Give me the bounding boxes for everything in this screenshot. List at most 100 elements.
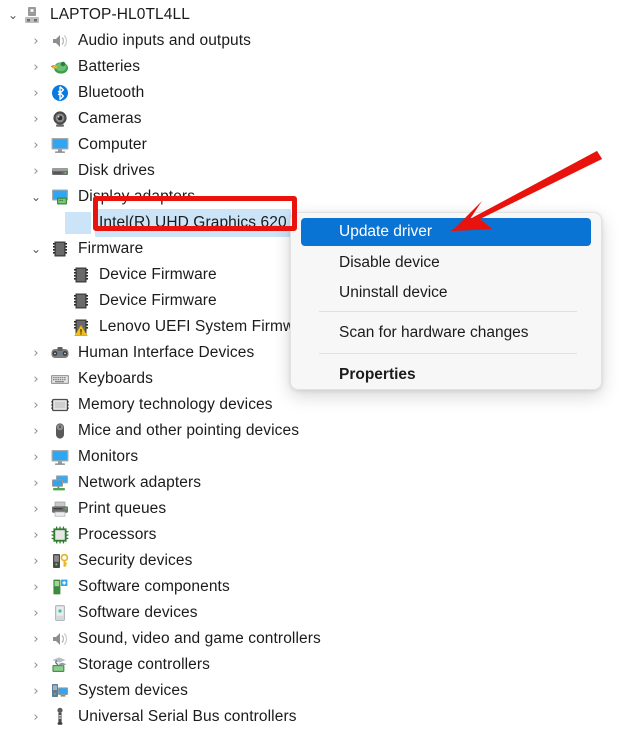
chevron-right-icon[interactable]: › <box>29 626 43 652</box>
chevron-right-icon[interactable]: › <box>29 548 43 574</box>
tree-row-label: Batteries <box>78 58 141 75</box>
storage-controller-icon <box>50 655 70 675</box>
tree-row-label: Software devices <box>78 604 198 621</box>
chevron-right-icon[interactable]: › <box>29 392 43 418</box>
network-adapter-icon <box>50 473 70 493</box>
firmware-chip-icon <box>50 239 70 259</box>
speaker-icon <box>50 31 70 51</box>
tree-row-label: Intel(R) UHD Graphics 620 <box>95 209 291 237</box>
chevron-right-icon[interactable]: › <box>29 418 43 444</box>
tree-row[interactable]: › Sound, video and game controllers <box>0 626 627 652</box>
tree-row[interactable]: › Network adapters <box>0 470 627 496</box>
chevron-right-icon[interactable]: › <box>29 366 43 392</box>
chevron-right-icon[interactable]: › <box>29 28 43 54</box>
chevron-right-icon[interactable]: › <box>29 340 43 366</box>
menu-item-properties[interactable]: Properties <box>291 360 601 389</box>
processor-icon <box>50 525 70 545</box>
tree-row[interactable]: › Processors <box>0 522 627 548</box>
monitor-icon <box>50 447 70 467</box>
selection-highlight <box>65 212 91 234</box>
tree-row[interactable]: ⌄ Display adapters <box>0 184 627 210</box>
tree-row[interactable]: › Software components <box>0 574 627 600</box>
tree-row-label: Keyboards <box>78 370 154 387</box>
display-adapter-icon <box>50 187 70 207</box>
tree-row-label: System devices <box>78 682 188 699</box>
tree-row[interactable]: › Batteries <box>0 54 627 80</box>
menu-separator <box>319 353 577 354</box>
tree-row[interactable]: ⌄ LAPTOP-HL0TL4LL <box>0 2 627 28</box>
context-menu[interactable]: Update driver Disable device Uninstall dev… <box>290 212 602 390</box>
tree-row-label: Audio inputs and outputs <box>78 32 252 49</box>
chevron-down-icon[interactable]: ⌄ <box>29 236 43 262</box>
chevron-down-icon[interactable]: ⌄ <box>29 184 43 210</box>
chevron-right-icon[interactable]: › <box>29 600 43 626</box>
chevron-right-icon[interactable]: › <box>29 80 43 106</box>
tree-row[interactable]: › Software devices <box>0 600 627 626</box>
chevron-right-icon[interactable]: › <box>29 522 43 548</box>
tree-row[interactable]: › Monitors <box>0 444 627 470</box>
menu-separator <box>319 311 577 312</box>
tree-row-label: Human Interface Devices <box>78 344 255 361</box>
printer-icon <box>50 499 70 519</box>
tree-row[interactable]: › Cameras <box>0 106 627 132</box>
speaker-icon <box>50 629 70 649</box>
system-device-icon <box>50 681 70 701</box>
chevron-right-icon[interactable]: › <box>29 54 43 80</box>
monitor-icon <box>50 135 70 155</box>
tree-row[interactable]: › Print queues <box>0 496 627 522</box>
software-device-icon <box>50 603 70 623</box>
tree-row-label: Software components <box>78 578 230 595</box>
chevron-right-icon[interactable]: › <box>29 574 43 600</box>
tree-row[interactable]: › Memory technology devices <box>0 392 627 418</box>
tree-row-label: Processors <box>78 526 157 543</box>
menu-item-uninstall-device[interactable]: Uninstall device <box>291 278 601 308</box>
firmware-chip-warning-icon <box>71 317 91 337</box>
tree-row[interactable]: › Disk drives <box>0 158 627 184</box>
tree-row[interactable]: › Universal Serial Bus controllers <box>0 704 627 730</box>
tree-row-label: Lenovo UEFI System Firmw <box>99 318 295 335</box>
tree-row-label: Monitors <box>78 448 139 465</box>
menu-item-scan-for-hardware-changes[interactable]: Scan for hardware changes <box>291 318 601 348</box>
memory-technology-icon <box>50 395 70 415</box>
firmware-chip-icon <box>71 265 91 285</box>
tree-row[interactable]: › Computer <box>0 132 627 158</box>
mouse-icon <box>50 421 70 441</box>
keyboard-icon <box>50 369 70 389</box>
bluetooth-icon <box>50 83 70 103</box>
tree-row-label: Disk drives <box>78 162 155 179</box>
tree-row[interactable]: › Storage controllers <box>0 652 627 678</box>
tree-row-label: Computer <box>78 136 147 153</box>
chevron-right-icon[interactable]: › <box>29 444 43 470</box>
tree-row-label: Display adapters <box>78 188 196 205</box>
menu-item-disable-device[interactable]: Disable device <box>291 248 601 278</box>
chevron-right-icon[interactable]: › <box>29 704 43 730</box>
tree-row[interactable]: › Audio inputs and outputs <box>0 28 627 54</box>
tree-row[interactable]: › Bluetooth <box>0 80 627 106</box>
tree-row[interactable]: › Security devices <box>0 548 627 574</box>
tree-row[interactable]: › Mice and other pointing devices <box>0 418 627 444</box>
tree-row-label: Network adapters <box>78 474 202 491</box>
tree-row-label: Print queues <box>78 500 167 517</box>
tree-row-label: Sound, video and game controllers <box>78 630 321 647</box>
battery-icon <box>50 57 70 77</box>
chevron-right-icon[interactable]: › <box>29 158 43 184</box>
chevron-right-icon[interactable]: › <box>29 652 43 678</box>
tree-row-label: Security devices <box>78 552 193 569</box>
tree-row-label: Firmware <box>78 240 144 257</box>
tree-row-label: Cameras <box>78 110 142 127</box>
chevron-right-icon[interactable]: › <box>29 496 43 522</box>
usb-icon <box>50 707 70 727</box>
tree-row[interactable]: › System devices <box>0 678 627 704</box>
chevron-down-icon[interactable]: ⌄ <box>6 2 20 28</box>
firmware-chip-icon <box>71 291 91 311</box>
tree-row-label: Device Firmware <box>99 292 217 309</box>
chevron-right-icon[interactable]: › <box>29 132 43 158</box>
menu-item-update-driver[interactable]: Update driver <box>301 218 591 246</box>
chevron-right-icon[interactable]: › <box>29 106 43 132</box>
hid-gamepad-icon <box>50 343 70 363</box>
chevron-right-icon[interactable]: › <box>29 470 43 496</box>
tree-row-label: Bluetooth <box>78 84 145 101</box>
chevron-right-icon[interactable]: › <box>29 678 43 704</box>
software-component-icon <box>50 577 70 597</box>
tree-row-label: Mice and other pointing devices <box>78 422 300 439</box>
